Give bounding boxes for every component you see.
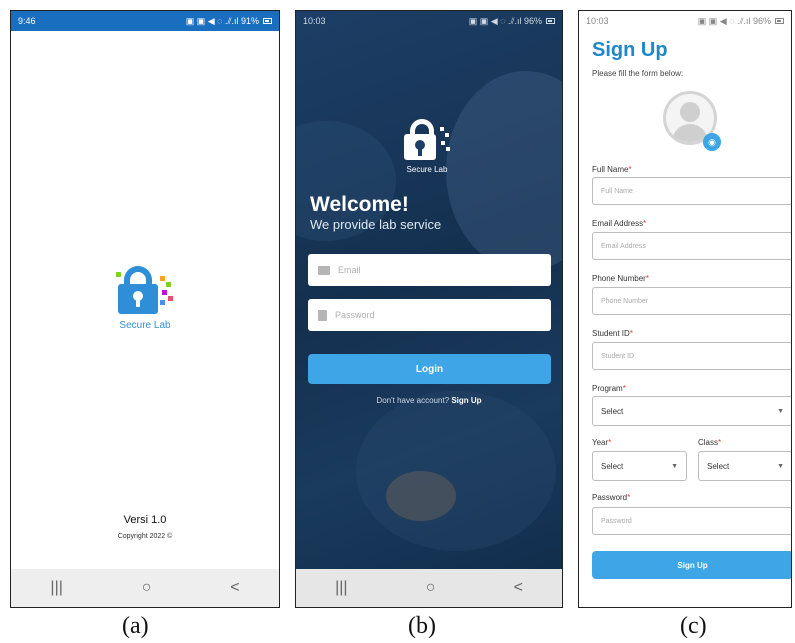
tagline: We provide lab service [310,217,442,232]
logo-text: Secure Lab [119,320,171,331]
home-icon[interactable]: ○ [426,579,436,597]
splash-screen: 9:46 ▣ ▣ ◀ ◌ .⫽.ıl 91% Secure Lab Versi … [10,10,280,608]
secure-lab-logo: Secure Lab [396,119,458,174]
mail-icon [318,265,330,275]
phone-input[interactable]: Phone Number [592,287,791,315]
dropdown-icon: ▼ [671,462,678,470]
welcome-heading: Welcome! [310,193,409,216]
navigation-bar: ||| ○ < [296,569,562,607]
back-icon[interactable]: < [230,579,239,597]
program-label: Program* [592,384,626,393]
lock-icon [116,266,173,316]
login-screen: 10:03 ▣ ▣ ◀ ◌ .⫽.ıl 96% Secure Lab Welco… [295,10,563,608]
page-subtitle: Please fill the form below: [592,69,684,78]
signup-button[interactable]: Sign Up [592,551,791,579]
year-select[interactable]: Select ▼ [592,451,687,481]
battery-icon [546,18,555,24]
no-account-prompt: Don't have account? Sign Up [376,396,482,405]
recents-icon[interactable]: ||| [335,579,347,597]
student-id-label: Student ID* [592,329,633,338]
caption-c: (c) [680,613,707,639]
password-placeholder: Password [335,310,375,320]
copyright-text: Copyright 2022 © [117,533,173,540]
battery-icon [775,18,784,24]
email-label: Email Address* [592,219,647,228]
caption-b: (b) [408,613,436,639]
status-bar: 9:46 ▣ ▣ ◀ ◌ .⫽.ıl 91% [11,11,279,31]
email-input[interactable]: Email [308,254,551,286]
phone-label: Phone Number* [592,274,649,283]
status-time: 10:03 [586,16,609,26]
class-label: Class* [698,438,722,447]
password-label: Password* [592,493,631,502]
back-icon[interactable]: < [514,579,523,597]
logo-text: Secure Lab [406,165,448,174]
email-input[interactable]: Email Address [592,232,791,260]
caption-a: (a) [122,613,149,639]
secure-lab-logo: Secure Lab [110,266,180,331]
password-input[interactable]: Password [592,507,791,535]
login-button[interactable]: Login [308,354,551,384]
password-input[interactable]: Password [308,299,551,331]
recents-icon[interactable]: ||| [50,579,62,597]
student-id-input[interactable]: Student ID [592,342,791,370]
dropdown-icon: ▼ [777,462,784,470]
navigation-bar: ||| ○ < [11,569,279,607]
status-time: 10:03 [303,16,326,26]
class-select[interactable]: Select ▼ [698,451,791,481]
status-icons: ▣ ▣ ◀ ◌ .⫽.ıl 96% [697,15,771,26]
year-label: Year* [592,438,612,447]
full-name-label: Full Name* [592,165,632,174]
full-name-input[interactable]: Full Name [592,177,791,205]
home-icon[interactable]: ○ [142,579,152,597]
status-bar: 10:03 ▣ ▣ ◀ ◌ .⫽.ıl 96% [296,11,562,31]
version-text: Versi 1.0 [123,514,167,526]
status-icons: ▣ ▣ ◀ ◌ .⫽.ıl 91% [185,15,259,26]
lock-small-icon [318,309,327,321]
signup-link[interactable]: Sign Up [451,396,481,405]
lock-icon [404,119,450,161]
camera-icon[interactable]: ◉ [703,133,721,151]
status-time: 9:46 [18,16,36,26]
status-icons: ▣ ▣ ◀ ◌ .⫽.ıl 96% [468,15,542,26]
email-placeholder: Email [338,265,361,275]
page-title: Sign Up [592,39,668,61]
battery-icon [263,18,272,24]
signup-screen: 10:03 ▣ ▣ ◀ ◌ .⫽.ıl 96% Sign Up Please f… [578,10,792,608]
dropdown-icon: ▼ [777,407,784,415]
program-select[interactable]: Select ▼ [592,396,791,426]
status-bar: 10:03 ▣ ▣ ◀ ◌ .⫽.ıl 96% [579,11,791,31]
